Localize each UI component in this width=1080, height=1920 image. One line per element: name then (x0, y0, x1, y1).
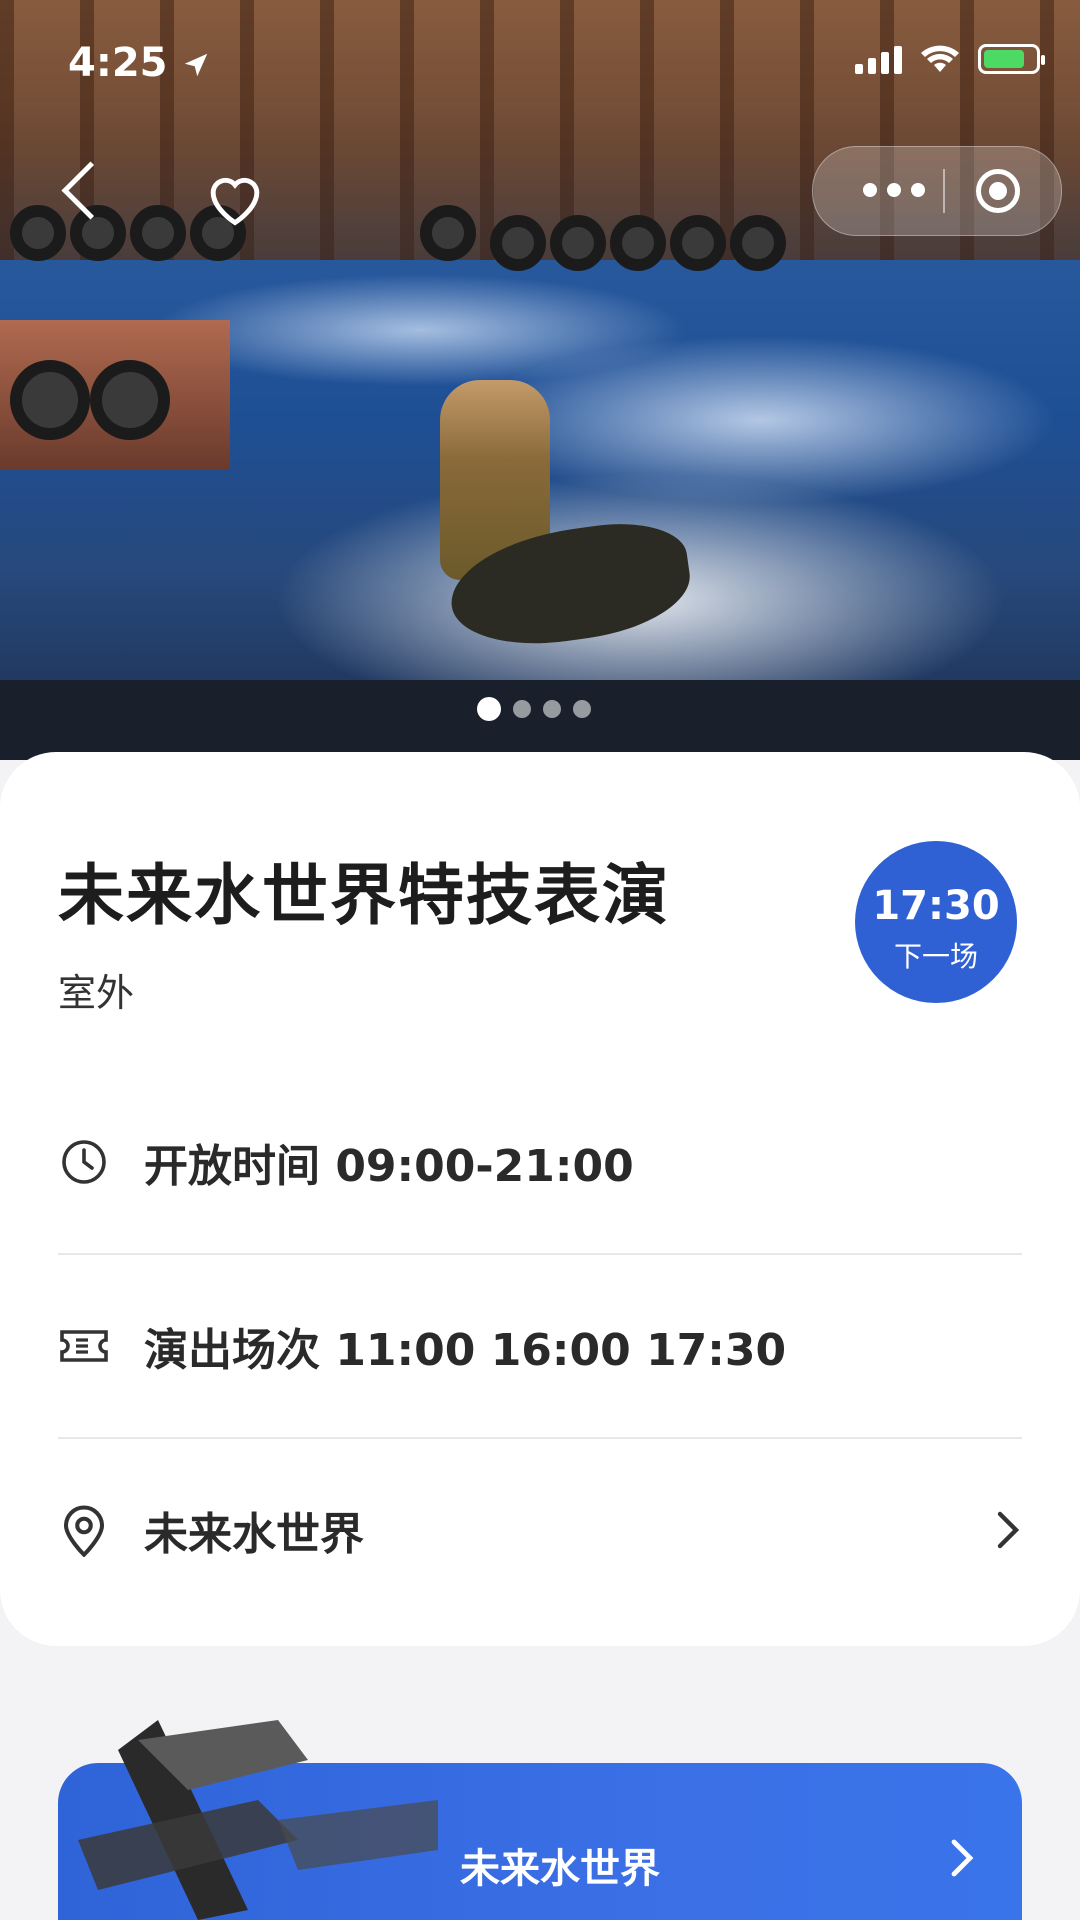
heart-icon[interactable] (202, 168, 268, 228)
tire (10, 360, 90, 440)
tire (550, 215, 606, 271)
ticket-icon (58, 1320, 110, 1372)
location-type: 室外 (58, 971, 135, 1015)
area-row[interactable]: 未来水世界 (58, 1490, 1022, 1570)
more-dots-icon[interactable] (863, 183, 925, 197)
tire (420, 205, 476, 261)
map-pin-icon (58, 1504, 110, 1557)
next-show-time: 17:30 (872, 883, 1000, 929)
tire (10, 205, 66, 261)
target-icon[interactable] (976, 169, 1020, 213)
showtimes-row: 演出场次 11:00 16:00 17:30 (58, 1306, 1022, 1386)
tire (130, 205, 186, 261)
pager-dot[interactable] (573, 700, 591, 718)
status-time-text: 4:25 (68, 40, 168, 86)
tire (670, 215, 726, 271)
open-hours-row: 开放时间 09:00-21:00 (58, 1122, 1022, 1202)
wifi-icon (921, 45, 959, 72)
next-show-label: 下一场 (893, 940, 978, 973)
status-time: 4:25 (68, 40, 211, 86)
status-icons (855, 44, 1045, 74)
image-pager[interactable] (477, 697, 591, 721)
pager-dot[interactable] (543, 700, 561, 718)
tire (610, 215, 666, 271)
tire (490, 215, 546, 271)
tire (70, 205, 126, 261)
capsule-divider (943, 169, 945, 213)
location-arrow-icon (185, 53, 208, 77)
seaplane-illustration (78, 1720, 438, 1920)
show-title: 未来水世界特技表演 (58, 857, 670, 934)
divider (58, 1253, 1022, 1255)
hero-image[interactable] (0, 0, 1080, 760)
divider (58, 1437, 1022, 1439)
next-show-badge[interactable]: 17:30 下一场 (855, 841, 1017, 1003)
battery-icon (978, 44, 1045, 74)
tire (90, 360, 170, 440)
showtimes-text: 演出场次 11:00 16:00 17:30 (144, 1325, 787, 1376)
mini-program-capsule (812, 146, 1062, 236)
signal-icon (855, 44, 902, 74)
chevron-right-icon[interactable] (948, 1838, 976, 1878)
pager-dot[interactable] (513, 700, 531, 718)
tire (730, 215, 786, 271)
area-text: 未来水世界 (144, 1509, 364, 1560)
chevron-right-icon[interactable] (994, 1510, 1022, 1550)
promo-title: 未来水世界 (460, 1846, 660, 1892)
pager-dot[interactable] (477, 697, 501, 721)
open-hours-text: 开放时间 09:00-21:00 (144, 1141, 634, 1192)
clock-icon (58, 1136, 110, 1188)
